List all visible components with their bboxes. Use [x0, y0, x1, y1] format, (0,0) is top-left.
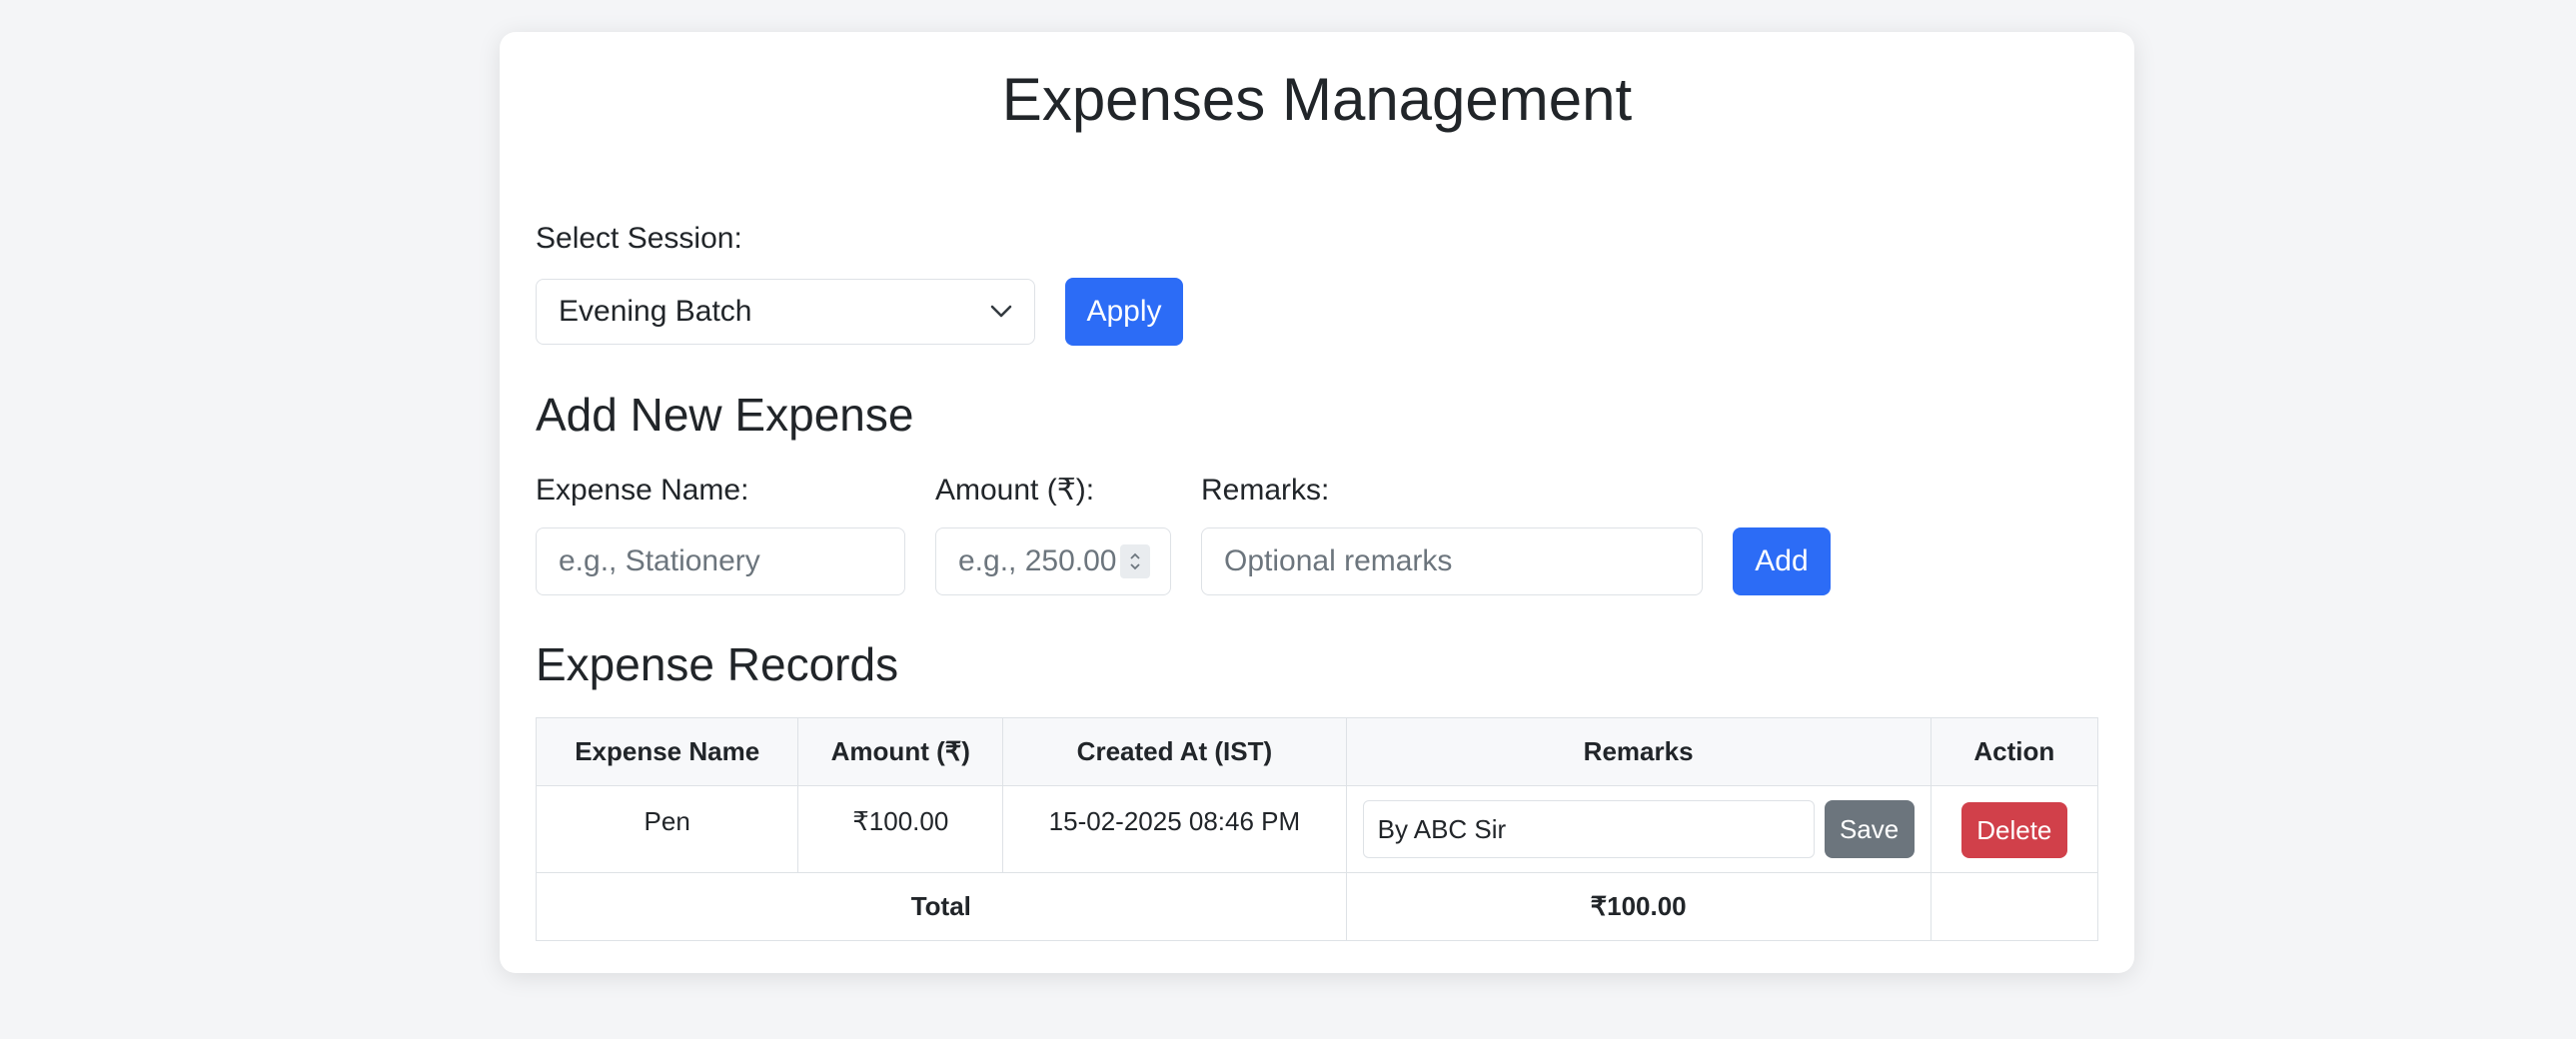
- cell-action: Delete: [1930, 785, 2099, 873]
- table-row: Pen ₹100.00 15-02-2025 08:46 PM By ABC S…: [535, 785, 2099, 873]
- remarks-field: Remarks: Optional remarks: [1201, 476, 1703, 595]
- expenses-card: Expenses Management Select Session: Even…: [500, 32, 2134, 973]
- add-expense-form: Expense Name: e.g., Stationery Amount (₹…: [536, 476, 2098, 595]
- amount-field: Amount (₹): e.g., 250.00: [935, 476, 1171, 595]
- header-amount: Amount (₹): [797, 717, 1004, 786]
- amount-input[interactable]: e.g., 250.00: [935, 527, 1171, 595]
- session-label: Select Session:: [536, 222, 742, 255]
- amount-placeholder: e.g., 250.00: [958, 544, 1117, 577]
- expense-records-table: Expense Name Amount (₹) Created At (IST)…: [535, 717, 2099, 941]
- apply-button[interactable]: Apply: [1065, 278, 1183, 346]
- chevron-down-icon: [990, 305, 1012, 319]
- expense-name-label: Expense Name:: [536, 474, 749, 507]
- amount-label: Amount (₹):: [935, 474, 1095, 507]
- remark-edit-input[interactable]: By ABC Sir: [1362, 800, 1815, 858]
- header-remarks: Remarks: [1345, 717, 1932, 786]
- expense-name-input[interactable]: e.g., Stationery: [536, 527, 905, 595]
- total-label: Total: [536, 872, 1347, 941]
- delete-button[interactable]: Delete: [1960, 802, 2067, 858]
- header-created-at: Created At (IST): [1002, 717, 1347, 786]
- cell-expense-name: Pen: [535, 785, 799, 873]
- total-row: Total ₹100.00: [536, 872, 2099, 941]
- session-select-value: Evening Batch: [559, 295, 752, 328]
- cell-remarks: By ABC Sir Save: [1345, 785, 1932, 873]
- table-header-row: Expense Name Amount (₹) Created At (IST)…: [535, 717, 2099, 786]
- total-value: ₹100.00: [1345, 872, 1932, 941]
- expense-name-field: Expense Name: e.g., Stationery: [536, 476, 905, 595]
- remarks-label: Remarks:: [1201, 474, 1330, 507]
- add-expense-title: Add New Expense: [536, 389, 914, 441]
- remarks-placeholder: Optional remarks: [1224, 544, 1453, 577]
- add-expense-button[interactable]: Add: [1733, 527, 1831, 595]
- remark-edit-value: By ABC Sir: [1377, 813, 1507, 844]
- header-action: Action: [1930, 717, 2099, 786]
- session-select[interactable]: Evening Batch: [536, 279, 1035, 345]
- expense-name-placeholder: e.g., Stationery: [559, 544, 760, 577]
- save-remark-button[interactable]: Save: [1824, 800, 1915, 858]
- remarks-input[interactable]: Optional remarks: [1201, 527, 1703, 595]
- expense-records-title: Expense Records: [536, 638, 899, 690]
- number-spinner-icon[interactable]: [1120, 544, 1150, 578]
- page-title: Expenses Management: [1001, 66, 1633, 133]
- total-empty-cell: [1931, 872, 2099, 941]
- session-row: Evening Batch Apply: [536, 278, 2098, 346]
- cell-amount: ₹100.00: [797, 785, 1004, 873]
- remarks-edit-group: By ABC Sir Save: [1362, 800, 1915, 858]
- header-expense-name: Expense Name: [535, 717, 799, 786]
- cell-created-at: 15-02-2025 08:46 PM: [1002, 785, 1347, 873]
